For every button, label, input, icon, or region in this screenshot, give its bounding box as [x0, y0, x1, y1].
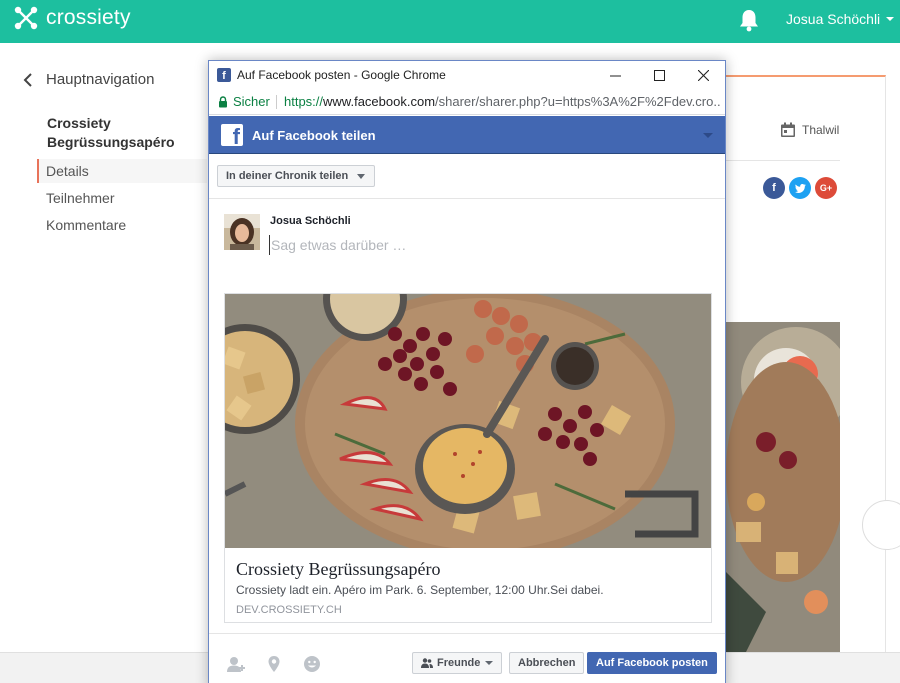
food-platter-image [726, 322, 840, 652]
sidebar-item-teilnehmer[interactable]: Teilnehmer [37, 186, 207, 210]
link-preview-image [225, 294, 711, 548]
event-cover-image [726, 322, 840, 652]
content-divider [726, 160, 840, 161]
user-menu[interactable]: Josua Schöchli [786, 11, 895, 27]
user-name: Josua Schöchli [786, 11, 881, 27]
minimize-button[interactable] [593, 61, 637, 89]
user-avatar-image [224, 214, 260, 250]
audience-selector-button[interactable]: Freunde [412, 652, 503, 674]
chevron-left-icon [23, 72, 32, 87]
post-to-facebook-button[interactable]: Auf Facebook posten [587, 652, 717, 674]
link-preview-domain: DEV.CROSSIETY.CH [236, 604, 342, 616]
secure-label: Sicher [233, 94, 270, 109]
link-preview-description: Crossiety ladt ein. Apéro im Park. 6. Se… [236, 583, 604, 597]
dialog-title: Auf Facebook teilen [252, 128, 376, 143]
url-text[interactable]: https://www.facebook.com/sharer/sharer.p… [284, 94, 720, 109]
bell-icon[interactable] [738, 8, 760, 32]
link-preview-card[interactable]: Crossiety Begrüssungsapéro Crossiety lad… [224, 293, 712, 623]
close-button[interactable] [681, 61, 725, 89]
url-path: /sharer/sharer.php?u=https%3A%2F%2Fdev.c… [435, 94, 720, 109]
tag-friends-icon[interactable] [227, 655, 245, 673]
post-composer-input[interactable] [269, 235, 689, 255]
address-bar[interactable]: Sicher https://www.facebook.com/sharer/s… [209, 89, 725, 115]
share-target-label: In deiner Chronik teilen [226, 170, 349, 182]
crossiety-logo-icon [14, 6, 38, 30]
url-scheme: https:// [284, 94, 324, 109]
window-title: Auf Facebook posten - Google Chrome [237, 68, 446, 82]
audience-label: Freunde [437, 657, 481, 669]
maximize-icon [653, 69, 665, 81]
emoji-icon[interactable] [303, 655, 321, 673]
food-platter-image [225, 294, 711, 548]
facebook-logo-icon: f [221, 124, 243, 146]
cancel-button[interactable]: Abbrechen [509, 652, 585, 674]
sidebar-item-kommentare[interactable]: Kommentare [37, 213, 207, 237]
back-navigation-label: Hauptnavigation [46, 71, 155, 88]
facebook-share-popup: f Auf Facebook posten - Google Chrome Si… [208, 60, 726, 683]
facebook-favicon-icon: f [217, 68, 231, 82]
app-topbar: crossiety Josua Schöchli [0, 0, 900, 43]
chevron-down-icon [357, 174, 366, 179]
minimize-icon [609, 75, 621, 76]
post-user-name: Josua Schöchli [270, 215, 351, 227]
facebook-dialog-header: f Auf Facebook teilen [209, 116, 725, 154]
logo-text: crossiety [46, 6, 131, 29]
back-navigation[interactable]: Hauptnavigation [22, 71, 154, 88]
address-separator [276, 95, 277, 109]
location-pin-icon[interactable] [265, 655, 283, 673]
url-host: www.facebook.com [323, 94, 436, 109]
chevron-down-icon [485, 661, 494, 665]
twitter-icon [794, 183, 806, 193]
link-preview-title: Crossiety Begrüssungsapéro [236, 559, 441, 579]
avatar [224, 214, 260, 250]
close-icon [697, 69, 709, 81]
maximize-button[interactable] [637, 61, 681, 89]
window-titlebar[interactable]: f Auf Facebook posten - Google Chrome [209, 61, 725, 89]
calendar-icon [781, 122, 795, 137]
event-location: Thalwil [802, 123, 840, 137]
event-title: Crossiety Begrüssungsapéro [47, 115, 175, 150]
header-menu-caret-icon[interactable] [703, 133, 713, 138]
sidebar-item-details[interactable]: Details [37, 159, 207, 183]
friends-icon [421, 658, 433, 668]
share-target-select[interactable]: In deiner Chronik teilen [217, 165, 376, 187]
lock-icon [219, 96, 227, 108]
chevron-down-icon [886, 17, 895, 21]
crossiety-logo[interactable]: crossiety [14, 6, 131, 30]
twitter-share-icon[interactable] [789, 177, 811, 199]
divider [209, 633, 725, 634]
google-plus-share-icon[interactable]: G+ [815, 177, 837, 199]
facebook-share-icon[interactable]: f [763, 177, 785, 199]
divider [209, 198, 725, 199]
